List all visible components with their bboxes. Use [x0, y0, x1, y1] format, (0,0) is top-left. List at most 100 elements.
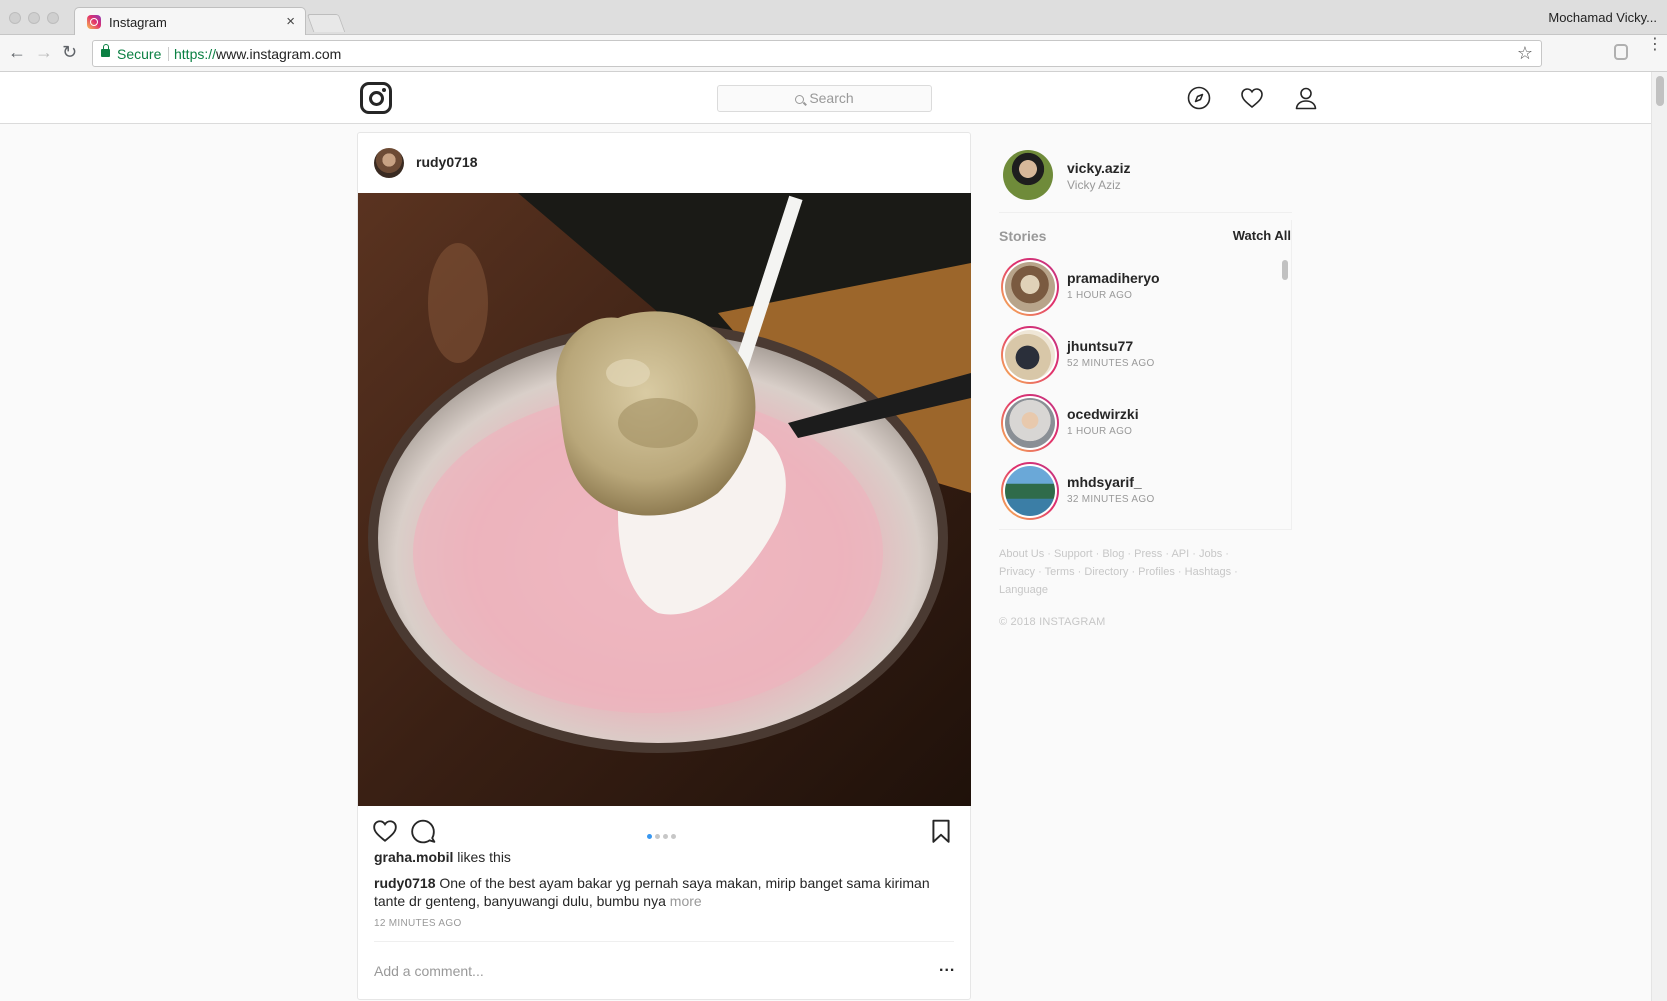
comment-bubble-icon[interactable]	[410, 818, 436, 844]
tab-close-icon[interactable]: ×	[286, 13, 295, 30]
profile-person-icon[interactable]	[1294, 86, 1318, 110]
copyright-text: © 2018 INSTAGRAM	[999, 616, 1106, 628]
post-photo[interactable]	[358, 193, 971, 806]
caption-text: One of the best ayam bakar yg pernah say…	[374, 875, 930, 909]
story-username: pramadiheryo	[1067, 270, 1160, 286]
instagram-header: Search	[0, 72, 1651, 124]
address-bar[interactable]: Secure https://www.instagram.com ☆	[92, 40, 1542, 67]
extension-icon[interactable]	[1614, 44, 1628, 60]
stories-scrollbar-thumb[interactable]	[1282, 260, 1288, 280]
post-author-avatar[interactable]	[374, 148, 404, 178]
stories-panel: Stories Watch All pramadiheryo 1 HOUR AG…	[999, 220, 1292, 530]
search-icon	[795, 95, 805, 104]
instagram-favicon-icon	[87, 15, 101, 29]
forward-arrow-icon[interactable]: →	[35, 42, 53, 62]
footer-link-press[interactable]: Press	[1134, 548, 1162, 560]
story-time: 1 HOUR AGO	[1067, 290, 1133, 301]
story-item[interactable]: ocedwirzki 1 HOUR AGO	[1001, 394, 1271, 454]
story-avatar	[1005, 466, 1055, 516]
story-item[interactable]: pramadiheryo 1 HOUR AGO	[1001, 258, 1271, 318]
browser-toolbar: ← → ↻ Secure https://www.instagram.com ☆…	[0, 35, 1667, 72]
browser-menu-icon[interactable]: ⋮	[1647, 37, 1663, 53]
likes-summary: graha.mobil likes this	[374, 849, 511, 865]
story-time: 52 MINUTES AGO	[1067, 358, 1155, 369]
window-close-button[interactable]	[9, 12, 21, 24]
footer-link-api[interactable]: API	[1171, 548, 1189, 560]
post-caption: rudy0718 One of the best ayam bakar yg p…	[374, 874, 959, 910]
browser-tab-bar: Instagram × Mochamad Vicky...	[0, 0, 1667, 36]
carousel-indicator	[647, 826, 679, 839]
footer-link-language[interactable]: Language	[999, 584, 1048, 596]
page-scrollbar-thumb[interactable]	[1656, 76, 1664, 106]
tab-title: Instagram	[109, 15, 167, 30]
like-heart-icon[interactable]	[372, 818, 398, 844]
footer-links: About Us · Support · Blog · Press · API …	[999, 548, 1238, 596]
explore-compass-icon[interactable]	[1187, 86, 1211, 110]
footer-link-terms[interactable]: Terms	[1045, 566, 1075, 578]
reload-icon[interactable]: ↻	[62, 42, 77, 62]
post-header: rudy0718	[358, 133, 970, 193]
url-scheme: https://	[174, 46, 217, 62]
story-username: jhuntsu77	[1067, 338, 1134, 354]
story-ring	[1001, 258, 1059, 316]
story-time: 1 HOUR AGO	[1067, 426, 1133, 437]
story-username: mhdsyarif_	[1067, 474, 1142, 490]
story-username: ocedwirzki	[1067, 406, 1139, 422]
food-photo-image	[358, 193, 971, 806]
caption-more-link[interactable]: more	[670, 893, 702, 909]
footer-link-profiles[interactable]: Profiles	[1138, 566, 1175, 578]
page-scrollbar[interactable]	[1651, 72, 1667, 1001]
sidebar-divider	[999, 212, 1292, 213]
window-zoom-button[interactable]	[47, 12, 59, 24]
search-placeholder: Search	[809, 90, 854, 106]
story-avatar	[1005, 330, 1055, 380]
caption-username[interactable]: rudy0718	[374, 875, 435, 891]
add-comment-input[interactable]: Add a comment...	[374, 963, 484, 979]
footer-link-blog[interactable]: Blog	[1102, 548, 1124, 560]
story-ring	[1001, 462, 1059, 520]
address-bar-divider	[168, 47, 169, 61]
carousel-dot	[671, 834, 676, 839]
footer-link-jobs[interactable]: Jobs	[1199, 548, 1222, 560]
footer-link-directory[interactable]: Directory	[1084, 566, 1128, 578]
footer-link-support[interactable]: Support	[1054, 548, 1093, 560]
back-arrow-icon[interactable]: ←	[8, 42, 26, 62]
browser-tab[interactable]: Instagram ×	[74, 7, 306, 36]
footer-link-about[interactable]: About Us	[999, 548, 1044, 560]
story-ring	[1001, 394, 1059, 452]
footer-link-privacy[interactable]: Privacy	[999, 566, 1035, 578]
story-avatar	[1005, 398, 1055, 448]
stories-scrollbar[interactable]	[1280, 258, 1290, 530]
post-timestamp[interactable]: 12 MINUTES AGO	[374, 918, 462, 929]
carousel-dot	[647, 834, 652, 839]
current-user-fullname: Vicky Aziz	[1067, 178, 1121, 192]
search-input[interactable]: Search	[717, 85, 932, 112]
browser-profile-name[interactable]: Mochamad Vicky...	[1548, 10, 1657, 25]
current-user-username[interactable]: vicky.aziz	[1067, 160, 1131, 176]
save-bookmark-icon[interactable]	[928, 818, 954, 844]
carousel-dot	[655, 834, 660, 839]
story-time: 32 MINUTES AGO	[1067, 494, 1155, 505]
activity-heart-icon[interactable]	[1240, 86, 1264, 110]
instagram-logo-icon[interactable]	[360, 82, 392, 114]
secure-label: Secure	[117, 46, 162, 62]
feed-post: rudy0718 graha.mobil likes this rudy0718…	[357, 132, 971, 1000]
footer-link-hashtags[interactable]: Hashtags	[1185, 566, 1231, 578]
bookmark-star-icon[interactable]: ☆	[1517, 43, 1533, 64]
story-ring	[1001, 326, 1059, 384]
stories-title: Stories	[999, 228, 1047, 244]
carousel-dot	[663, 834, 668, 839]
liked-by-username[interactable]: graha.mobil	[374, 849, 453, 865]
story-item[interactable]: jhuntsu77 52 MINUTES AGO	[1001, 326, 1271, 386]
new-tab-button[interactable]	[306, 14, 346, 32]
post-options-button[interactable]: ...	[939, 958, 955, 976]
lock-icon	[101, 44, 110, 57]
post-author-username[interactable]: rudy0718	[416, 154, 477, 170]
watch-all-link[interactable]: Watch All	[1233, 228, 1291, 243]
current-user-avatar[interactable]	[1003, 150, 1053, 200]
story-item[interactable]: mhdsyarif_ 32 MINUTES AGO	[1001, 462, 1271, 522]
likes-suffix: likes this	[457, 849, 511, 865]
url-text[interactable]: https://www.instagram.com	[174, 46, 341, 62]
story-avatar	[1005, 262, 1055, 312]
window-minimize-button[interactable]	[28, 12, 40, 24]
